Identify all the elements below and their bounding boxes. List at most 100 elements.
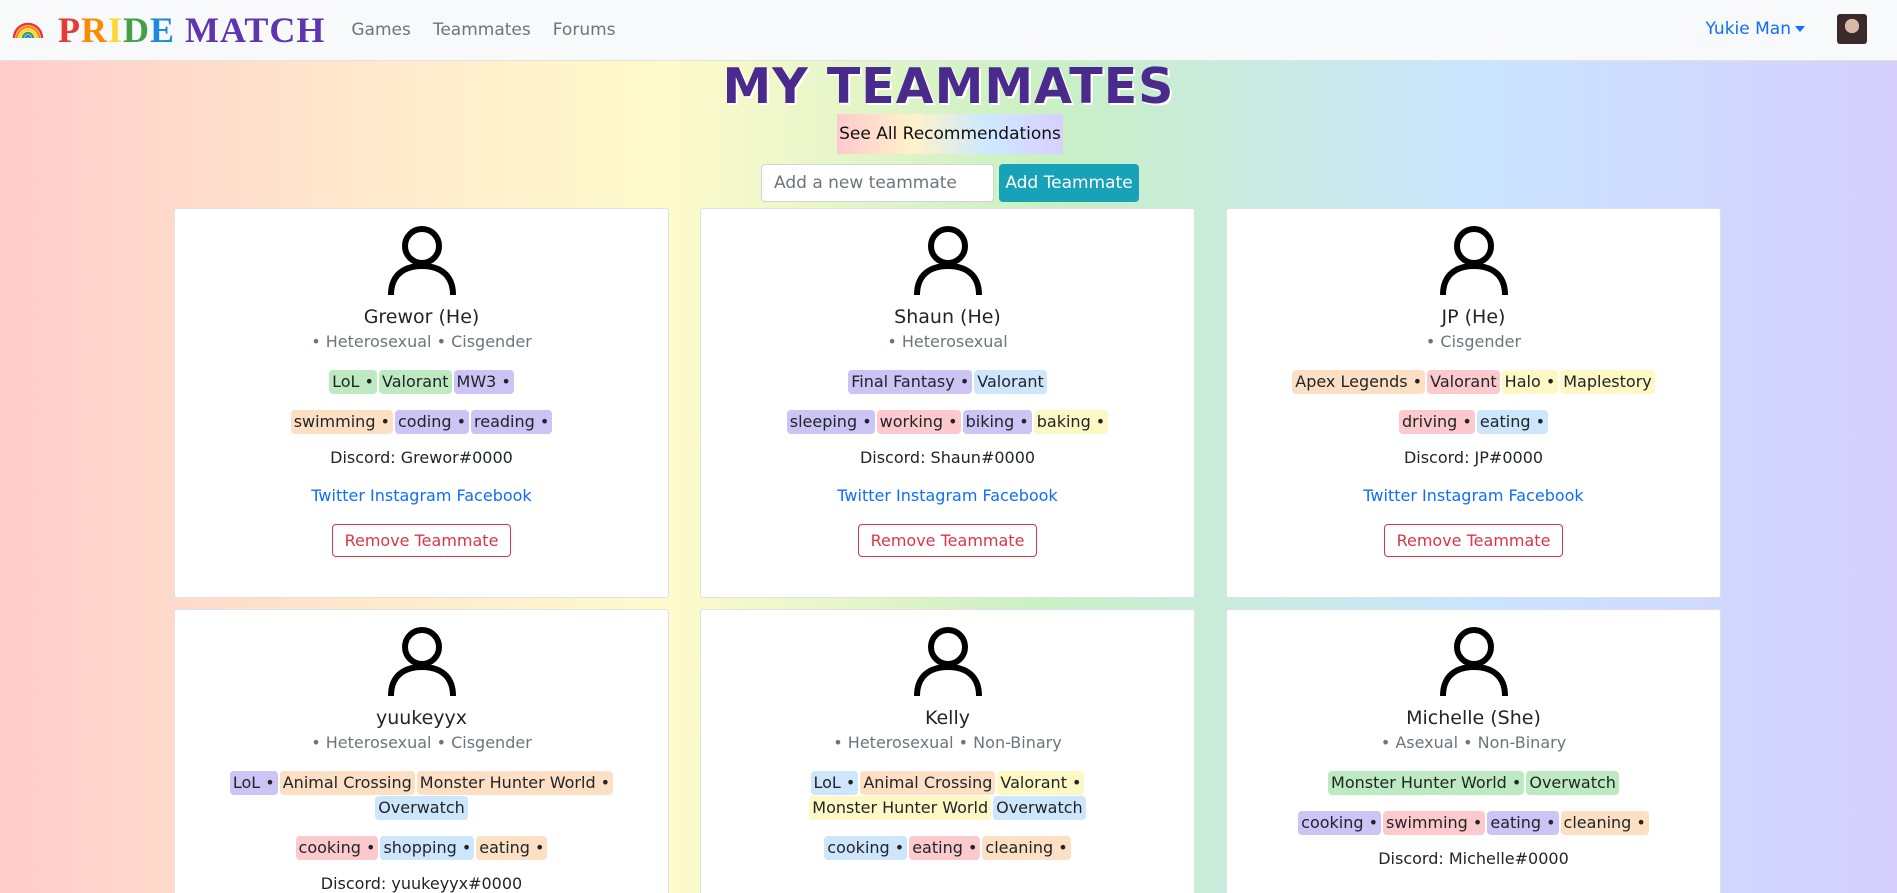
social-link-twitter[interactable]: Twitter xyxy=(837,486,891,505)
rainbow-icon xyxy=(12,22,44,39)
game-tag: LoL • xyxy=(810,771,859,795)
game-tag: Final Fantasy • xyxy=(848,370,973,394)
teammate-name: Kelly xyxy=(924,707,970,729)
social-links: Twitter Instagram Facebook xyxy=(701,486,1194,505)
brand-letter: A xyxy=(220,10,245,50)
teammate-name: Grewor (He) xyxy=(363,306,480,328)
add-teammate-input[interactable] xyxy=(761,164,994,202)
hobbies-tag-list: sleeping • working • biking • baking • xyxy=(701,410,1194,435)
hobby-tag: coding • xyxy=(395,410,470,434)
discord-handle: Discord: Shaun#0000 xyxy=(859,448,1036,467)
brand-letter xyxy=(175,10,185,50)
brand-letter: I xyxy=(108,10,124,50)
teammate-card: Shaun (He) • Heterosexual Final Fantasy • V… xyxy=(700,208,1195,598)
main-nav: Games Teammates Forums xyxy=(351,20,637,40)
nav-link-forums[interactable]: Forums xyxy=(553,20,616,40)
brand-name: PRIDE MATCH xyxy=(58,9,325,51)
user-menu-dropdown[interactable]: Yukie Man xyxy=(1705,19,1805,39)
add-teammate-button[interactable]: Add Teammate xyxy=(999,164,1139,202)
teammate-identity: • Heterosexual • Cisgender xyxy=(311,733,532,752)
game-tag: Apex Legends • xyxy=(1292,370,1426,394)
hobbies-tag-list: cooking • eating • cleaning • xyxy=(701,836,1194,861)
teammate-card: Kelly • Heterosexual • Non-Binary LoL • Ani… xyxy=(700,609,1195,893)
social-links: Twitter Instagram Facebook xyxy=(175,486,668,505)
games-tag-list: Monster Hunter World • Overwatch xyxy=(1227,771,1720,796)
hobby-tag: baking • xyxy=(1033,410,1109,434)
social-link-instagram[interactable]: Instagram xyxy=(896,486,977,505)
teammate-identity: • Cisgender xyxy=(1425,332,1522,351)
game-tag: Maplestory xyxy=(1560,370,1655,394)
game-tag: Monster Hunter World • xyxy=(1328,771,1525,795)
discord-handle: Discord: Grewor#0000 xyxy=(330,448,513,467)
hobby-tag: working • xyxy=(876,410,961,434)
brand-letter: H xyxy=(296,10,326,50)
game-tag: LoL • xyxy=(229,771,278,795)
game-tag: Valorant • xyxy=(997,771,1085,795)
teammate-identity: • Heterosexual • Non-Binary xyxy=(833,733,1062,752)
hobby-tag: swimming • xyxy=(290,410,393,434)
nav-link-teammates[interactable]: Teammates xyxy=(433,20,531,40)
person-icon xyxy=(1439,226,1508,296)
discord-handle: Discord: Michelle#0000 xyxy=(1378,849,1569,868)
user-name: Yukie Man xyxy=(1705,19,1792,39)
game-tag: Overwatch xyxy=(1526,771,1619,795)
games-tag-list: LoL • Animal Crossing Valorant • Monster Hu… xyxy=(701,771,1194,821)
hobbies-tag-list: cooking • shopping • eating • xyxy=(175,836,668,861)
brand-logo[interactable]: PRIDE MATCH xyxy=(12,9,325,51)
brand-letter: D xyxy=(123,10,151,50)
brand-letter: T xyxy=(244,10,270,50)
game-tag: Animal Crossing xyxy=(279,771,415,795)
social-link-facebook[interactable]: Facebook xyxy=(983,486,1058,505)
hobby-tag: reading • xyxy=(471,410,553,434)
see-all-recommendations-button[interactable]: See All Recommendations xyxy=(837,114,1063,154)
teammate-name: Michelle (She) xyxy=(1406,707,1541,729)
discord-handle: Discord: JP#0000 xyxy=(1403,448,1544,467)
brand-letter: R xyxy=(81,10,108,50)
hobby-tag: eating • xyxy=(909,836,981,860)
person-icon xyxy=(1439,627,1508,697)
top-navbar: PRIDE MATCH Games Teammates Forums Yukie… xyxy=(0,0,1897,61)
social-link-instagram[interactable]: Instagram xyxy=(1422,486,1503,505)
chevron-down-icon xyxy=(1795,26,1805,32)
social-link-twitter[interactable]: Twitter xyxy=(311,486,365,505)
person-icon xyxy=(387,627,456,697)
teammate-identity: • Heterosexual • Cisgender xyxy=(311,332,532,351)
hobby-tag: cooking • xyxy=(1298,811,1382,835)
game-tag: Valorant xyxy=(1427,370,1500,394)
teammate-card: yuukeyyx • Heterosexual • Cisgender LoL • A… xyxy=(174,609,669,893)
brand-letter: M xyxy=(185,10,221,50)
hobbies-tag-list: driving • eating • xyxy=(1227,410,1720,435)
social-links: Twitter Instagram Facebook xyxy=(1227,486,1720,505)
hobby-tag: driving • xyxy=(1398,410,1475,434)
teammate-name: JP (He) xyxy=(1441,306,1506,328)
person-icon xyxy=(387,226,456,296)
social-link-instagram[interactable]: Instagram xyxy=(370,486,451,505)
hobby-tag: eating • xyxy=(1487,811,1559,835)
teammate-card: Grewor (He) • Heterosexual • Cisgender LoL… xyxy=(174,208,669,598)
game-tag: Animal Crossing xyxy=(860,771,996,795)
avatar[interactable] xyxy=(1837,14,1867,44)
person-icon xyxy=(913,226,982,296)
game-tag: Monster Hunter World • xyxy=(416,771,614,795)
remove-teammate-button[interactable]: Remove Teammate xyxy=(857,524,1038,557)
page-title: MY TEAMMATES xyxy=(722,58,1175,115)
remove-teammate-button[interactable]: Remove Teammate xyxy=(331,524,512,557)
social-link-twitter[interactable]: Twitter xyxy=(1363,486,1417,505)
hobby-tag: eating • xyxy=(476,836,548,860)
hobbies-tag-list: cooking • swimming • eating • cleaning • xyxy=(1227,811,1720,836)
game-tag: Halo • xyxy=(1501,370,1559,394)
remove-teammate-button[interactable]: Remove Teammate xyxy=(1383,524,1564,557)
teammate-card: Michelle (She) • Asexual • Non-Binary Mons… xyxy=(1226,609,1721,893)
game-tag: LoL • xyxy=(329,370,377,394)
brand-letter: E xyxy=(150,10,176,50)
social-link-facebook[interactable]: Facebook xyxy=(1509,486,1584,505)
hobby-tag: cooking • xyxy=(824,836,908,860)
hobby-tag: cleaning • xyxy=(1560,811,1649,835)
nav-link-games[interactable]: Games xyxy=(351,20,410,40)
game-tag: Overwatch xyxy=(375,796,468,820)
teammate-card: JP (He) • Cisgender Apex Legends • Valorant… xyxy=(1226,208,1721,598)
social-link-facebook[interactable]: Facebook xyxy=(457,486,532,505)
hobby-tag: cleaning • xyxy=(982,836,1071,860)
hobby-tag: swimming • xyxy=(1383,811,1486,835)
user-area: Yukie Man xyxy=(1705,14,1867,44)
